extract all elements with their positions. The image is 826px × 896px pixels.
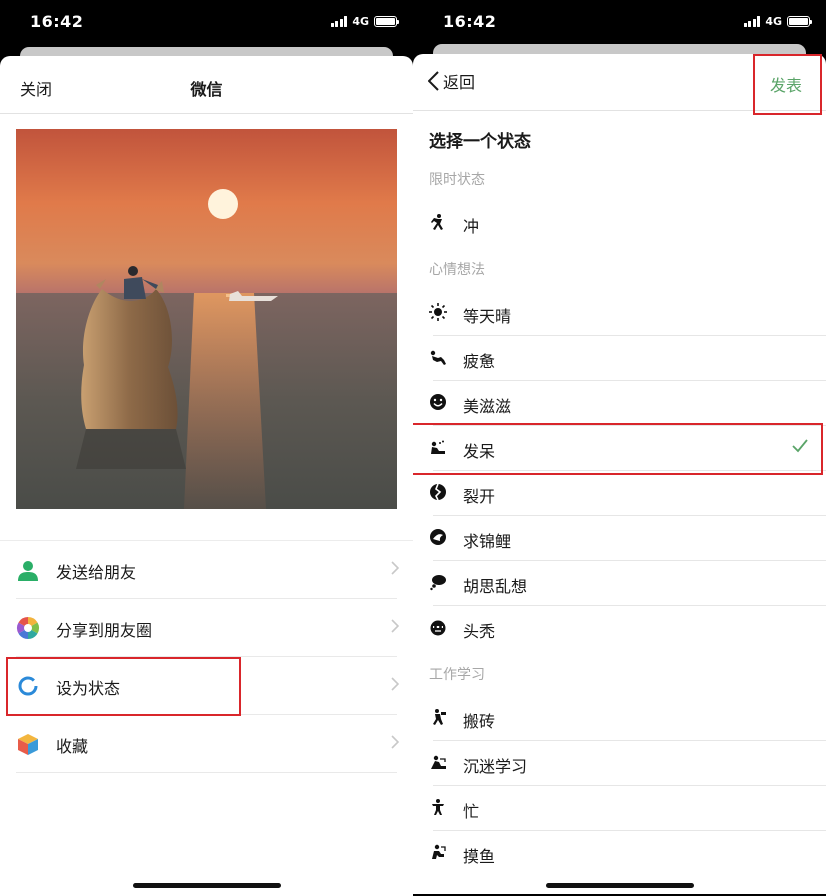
chevron-left-icon — [428, 71, 439, 91]
busy-icon — [432, 799, 444, 815]
koi-icon — [430, 529, 446, 545]
status-label: 冲 — [463, 217, 480, 236]
share-row-moments[interactable]: 分享到朋友圈 — [0, 599, 413, 657]
status-row-overthinking[interactable]: 胡思乱想 — [413, 561, 826, 606]
status-label: 搬砖 — [463, 712, 496, 731]
share-row-label: 收藏 — [56, 737, 89, 756]
status-row-wait-sun[interactable]: 等天晴 — [413, 291, 826, 336]
status-label: 头秃 — [463, 622, 496, 641]
status-label: 发呆 — [463, 442, 496, 461]
status-label: 裂开 — [463, 487, 496, 506]
status-label: 美滋滋 — [463, 397, 512, 416]
friend-icon — [18, 561, 38, 581]
status-row-studying[interactable]: 沉迷学习 — [413, 741, 826, 786]
status-label: 摸鱼 — [463, 847, 496, 866]
preview-image — [16, 129, 397, 509]
share-options-list: 发送给朋友 分享到朋友圈 设为状态 收藏 — [0, 540, 413, 773]
home-indicator — [133, 883, 281, 888]
thought-bubble-icon — [430, 575, 446, 591]
chevron-right-icon — [391, 677, 399, 691]
study-icon — [431, 755, 446, 769]
moments-icon — [17, 617, 39, 639]
group-header-work: 工作学习 — [429, 667, 485, 683]
network-type: 4G — [765, 14, 782, 28]
group-header-limited: 限时状态 — [429, 172, 485, 188]
cracked-icon — [430, 483, 446, 501]
status-label: 等天晴 — [463, 307, 512, 326]
back-label: 返回 — [443, 73, 476, 92]
share-row-label: 发送给朋友 — [56, 563, 137, 582]
nav-bar: 关闭 微信 — [0, 56, 413, 114]
publish-button[interactable]: 发表 — [770, 72, 802, 96]
status-picker-screen: 16:42 4G 返回 发表 选择一个状态 限时状态 冲 心情想法 等天晴 疲惫… — [413, 0, 826, 896]
status-row-busy[interactable]: 忙 — [413, 786, 826, 831]
chevron-right-icon — [391, 735, 399, 749]
share-sheet-screen: 16:42 4G 关闭 微信 发送给朋友 分享到朋友圈 设为状态 收藏 — [0, 0, 413, 896]
back-button[interactable]: 返回 — [428, 70, 475, 92]
bald-head-icon — [430, 620, 446, 636]
status-row-cracked[interactable]: 裂开 — [413, 471, 826, 516]
status-row-daze[interactable]: 发呆 — [413, 426, 826, 471]
page-title: 选择一个状态 — [429, 132, 531, 152]
smile-icon — [430, 394, 446, 410]
status-time: 16:42 — [443, 12, 497, 31]
share-row-favorites[interactable]: 收藏 — [0, 715, 413, 773]
network-type: 4G — [352, 14, 369, 28]
status-row-tired[interactable]: 疲惫 — [413, 336, 826, 381]
share-row-label: 设为状态 — [56, 679, 121, 698]
page-title: 微信 — [190, 80, 223, 99]
nav-bar: 返回 发表 — [413, 54, 826, 111]
group-header-mood: 心情想法 — [429, 262, 485, 278]
battery-icon — [787, 15, 812, 27]
share-row-set-status[interactable]: 设为状态 — [0, 657, 413, 715]
status-label: 胡思乱想 — [463, 577, 528, 596]
status-label: 沉迷学习 — [463, 757, 528, 776]
chevron-right-icon — [391, 561, 399, 575]
brick-worker-icon — [433, 709, 446, 725]
share-row-send-friend[interactable]: 发送给朋友 — [0, 541, 413, 599]
status-label: 求锦鲤 — [463, 532, 512, 551]
sun-icon — [429, 303, 447, 321]
status-row-koi[interactable]: 求锦鲤 — [413, 516, 826, 561]
favorites-cube-icon — [18, 734, 38, 755]
status-row-happy[interactable]: 美滋滋 — [413, 381, 826, 426]
status-row-slacking[interactable]: 摸鱼 — [413, 831, 826, 876]
status-row-bald[interactable]: 头秃 — [413, 606, 826, 651]
daze-icon — [431, 440, 445, 454]
check-icon — [792, 439, 808, 453]
share-sheet: 关闭 微信 发送给朋友 分享到朋友圈 设为状态 收藏 — [0, 56, 413, 896]
status-bar: 16:42 4G — [413, 0, 826, 44]
status-label: 疲惫 — [463, 352, 496, 371]
home-indicator — [546, 883, 694, 888]
status-label: 忙 — [463, 802, 480, 821]
battery-icon — [374, 15, 399, 27]
status-row-rush[interactable]: 冲 — [413, 201, 826, 246]
chevron-right-icon — [391, 619, 399, 633]
share-row-label: 分享到朋友圈 — [56, 621, 153, 640]
status-row-bricks[interactable]: 搬砖 — [413, 696, 826, 741]
tired-icon — [430, 350, 446, 365]
rush-icon — [431, 214, 443, 230]
status-sheet: 返回 发表 选择一个状态 限时状态 冲 心情想法 等天晴 疲惫 美滋滋 发呆 裂… — [413, 54, 826, 894]
status-time: 16:42 — [30, 12, 84, 31]
signal-icon — [330, 15, 348, 27]
status-ring-icon — [18, 676, 38, 696]
slacking-icon — [432, 844, 446, 859]
signal-icon — [743, 15, 761, 27]
status-bar: 16:42 4G — [0, 0, 413, 44]
